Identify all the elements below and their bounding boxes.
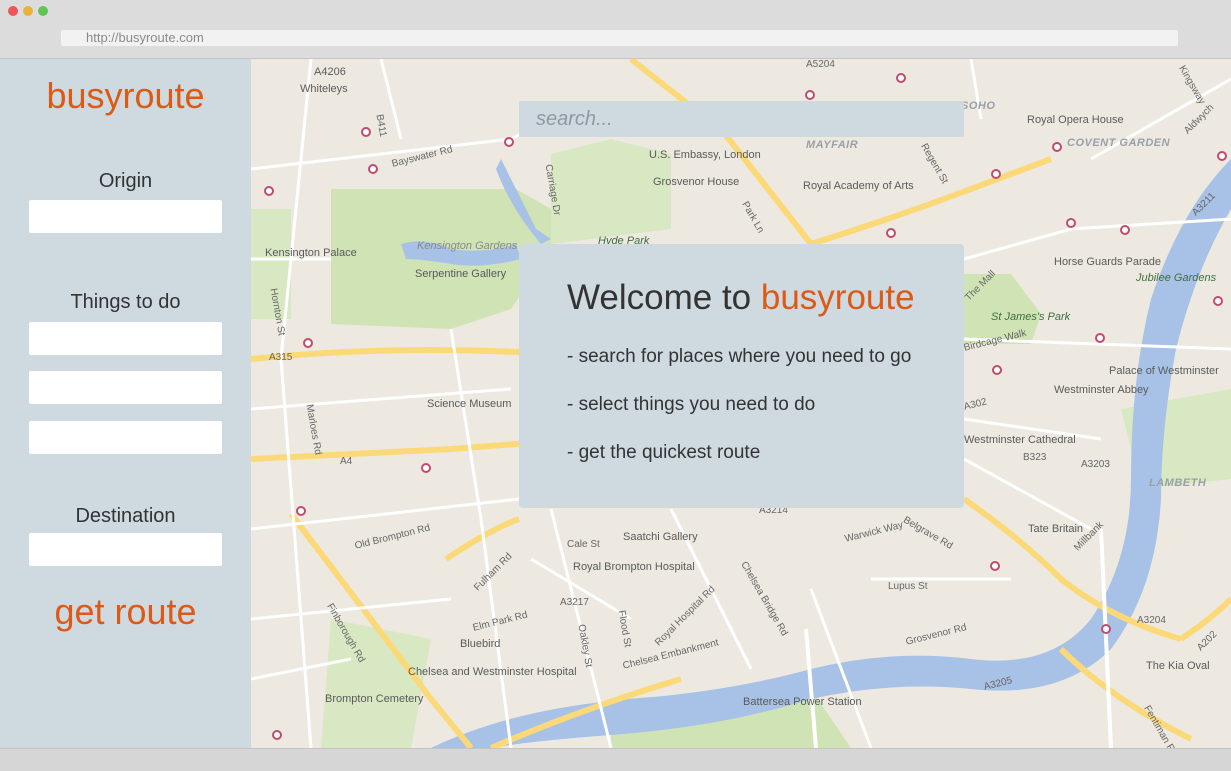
map-label: Lupus St — [888, 581, 928, 592]
map-label: LAMBETH — [1149, 477, 1207, 489]
origin-label: Origin — [98, 170, 153, 192]
map-label: Cale St — [567, 539, 600, 550]
minimize-window-dot[interactable] — [23, 6, 33, 16]
map-label: Kensington Palace — [265, 247, 357, 259]
map-label: A315 — [269, 352, 293, 363]
map-label: Jubilee Gardens — [1136, 272, 1217, 284]
map-label: Kensington Gardens — [417, 240, 518, 252]
map-label: Tate Britain — [1028, 523, 1084, 535]
map-label: Whiteleys — [300, 83, 348, 95]
things-to-do-label: Things to do — [70, 291, 181, 313]
map-label: SOHO — [961, 100, 996, 112]
map-label: COVENT GARDEN — [1067, 137, 1171, 149]
map-label: U.S. Embassy, London — [649, 149, 761, 161]
map-label: A4 — [340, 456, 353, 467]
welcome-panel: Welcome to busyroute - search for places… — [519, 244, 964, 508]
maximize-window-dot[interactable] — [38, 6, 48, 16]
browser-chrome: http://busyroute.com — [0, 0, 1231, 59]
map-label: MAYFAIR — [806, 139, 859, 151]
map-label: A3204 — [1137, 615, 1166, 626]
address-bar[interactable]: http://busyroute.com — [61, 30, 1178, 46]
map-label: Science Museum — [427, 398, 512, 410]
logo: busyroute — [46, 75, 205, 116]
map-label: A3217 — [560, 597, 589, 608]
map-label: Royal Opera House — [1027, 114, 1124, 126]
map-label: A4206 — [314, 66, 346, 78]
map-label: Bluebird — [460, 638, 501, 650]
destination-label: Destination — [75, 505, 176, 527]
map-label: The Kia Oval — [1146, 660, 1210, 672]
map-label: St James's Park — [991, 311, 1071, 323]
origin-input[interactable] — [29, 200, 222, 233]
destination-input[interactable] — [29, 533, 222, 566]
map-label: Battersea Power Station — [743, 696, 862, 708]
map-canvas[interactable]: A4206 Whiteleys B411 Bayswater Rd Kensin… — [251, 59, 1231, 748]
welcome-title-prefix: Welcome to — [567, 278, 761, 317]
map-label: Horse Guards Parade — [1054, 256, 1161, 268]
map-label: Palace of Westminster — [1109, 365, 1219, 377]
welcome-step: - search for places where you need to go — [567, 346, 912, 367]
browser-bottom-bar — [0, 748, 1231, 771]
map-label: Westminster Cathedral — [964, 434, 1076, 446]
map-label: B323 — [1023, 452, 1047, 463]
welcome-step: - get the quickest route — [567, 442, 761, 463]
search-input[interactable] — [519, 101, 964, 137]
map-label: Serpentine Gallery — [415, 268, 507, 280]
map-label: Royal Academy of Arts — [803, 180, 914, 192]
map-label: Chelsea and Westminster Hospital — [408, 666, 577, 678]
welcome-title: Welcome to busyroute — [567, 278, 964, 318]
map-label: A3203 — [1081, 459, 1110, 470]
things-to-do-input-3[interactable] — [29, 421, 222, 454]
things-to-do-input-1[interactable] — [29, 322, 222, 355]
map-label: Grosvenor House — [653, 176, 740, 188]
close-window-dot[interactable] — [8, 6, 18, 16]
map-label: Westminster Abbey — [1054, 384, 1149, 396]
welcome-title-brand: busyroute — [760, 278, 915, 317]
sidebar: busyroute Origin Things to do Destinatio… — [0, 59, 251, 748]
map-label: Saatchi Gallery — [623, 531, 698, 543]
get-route-button[interactable]: get route — [0, 591, 251, 633]
map-label: Royal Brompton Hospital — [573, 561, 695, 573]
things-to-do-input-2[interactable] — [29, 371, 222, 404]
map-label: Brompton Cemetery — [325, 693, 424, 705]
map-label: A5204 — [806, 59, 835, 70]
welcome-step: - select things you need to do — [567, 394, 816, 415]
